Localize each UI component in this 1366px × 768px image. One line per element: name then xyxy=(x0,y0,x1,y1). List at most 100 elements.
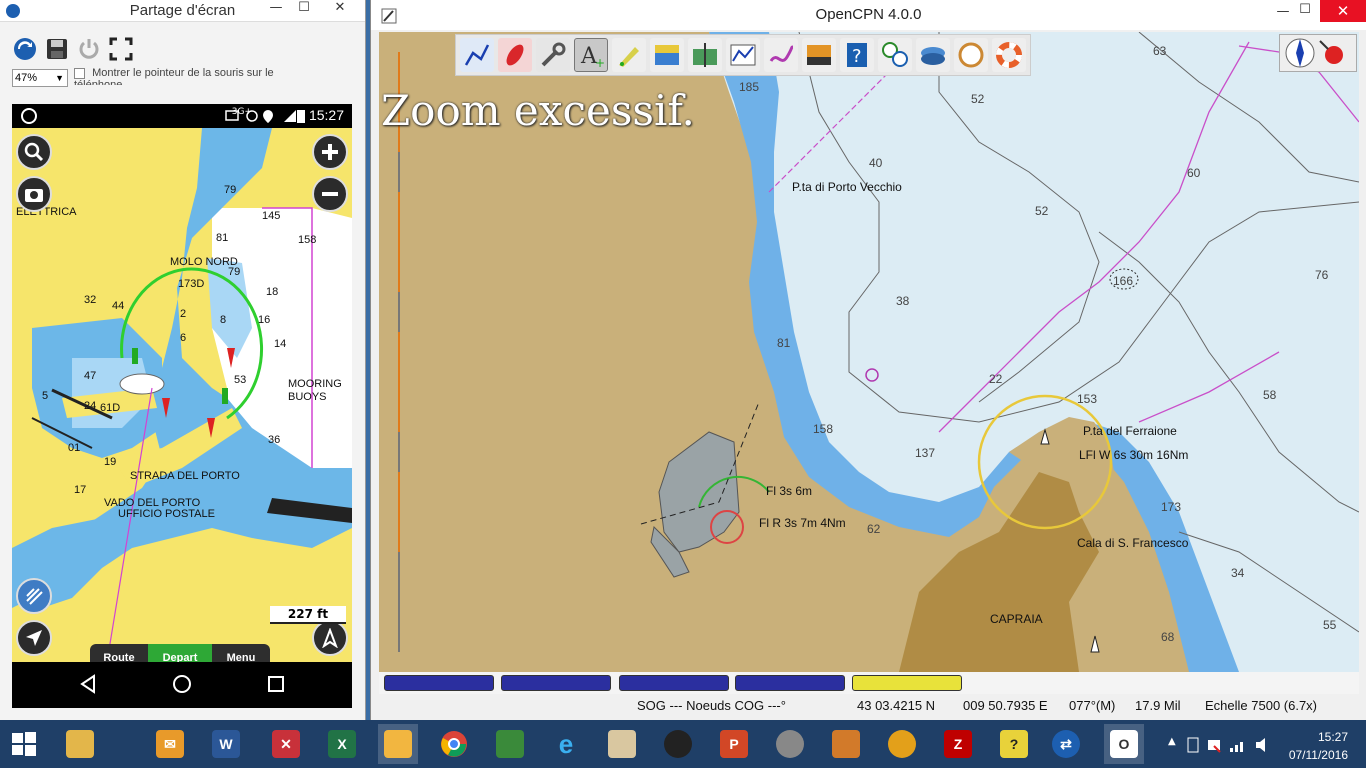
depth-sounding: 68 xyxy=(1161,630,1175,644)
taskbar-sheets[interactable] xyxy=(490,724,530,764)
tides-tool[interactable] xyxy=(650,38,684,72)
grib-tool[interactable] xyxy=(916,38,950,72)
taskbar-opencpn[interactable]: O xyxy=(1104,724,1144,764)
depth-sounding: 185 xyxy=(739,80,760,94)
sheet-icon xyxy=(496,730,524,758)
taskbar-help[interactable]: ? xyxy=(994,724,1034,764)
zoom-out-button[interactable] xyxy=(312,176,348,212)
screen-share-window: Partage d'écran — ☐ ✕ 47% ▼ Montrer le p… xyxy=(0,0,366,720)
zoom-in-button[interactable] xyxy=(312,134,348,170)
taskbar-teamviewer[interactable]: ⇄ xyxy=(1046,724,1086,764)
taskbar-globe-pro[interactable] xyxy=(770,724,810,764)
compass-widget[interactable] xyxy=(1279,34,1357,72)
label-cala-francesco: Cala di S. Francesco xyxy=(1077,536,1189,550)
taskbar-van-app[interactable] xyxy=(826,724,866,764)
chart-button-5-active[interactable] xyxy=(852,675,962,691)
settings-tool[interactable] xyxy=(536,38,570,72)
dashboard-tool[interactable] xyxy=(878,38,912,72)
compass-button[interactable] xyxy=(312,620,348,656)
locate-button[interactable] xyxy=(16,620,52,656)
track-tool[interactable] xyxy=(498,38,532,72)
depth: 5 xyxy=(42,390,49,402)
android-nav-bar xyxy=(12,662,352,708)
route-button[interactable]: Route xyxy=(90,644,148,662)
clock-date[interactable]: 07/11/2016 xyxy=(1289,748,1348,762)
minimize-button[interactable]: — xyxy=(262,0,290,15)
power-button[interactable] xyxy=(76,36,102,62)
zoom-select[interactable]: 47% ▼ xyxy=(12,69,68,87)
taskbar-internet-explorer[interactable]: e xyxy=(546,724,586,764)
phone-clock: 15:27 xyxy=(308,107,344,123)
layers-button[interactable] xyxy=(16,578,52,614)
taskbar-pdf[interactable]: ✕ xyxy=(266,724,306,764)
route-tool[interactable] xyxy=(460,38,494,72)
depth: 16 xyxy=(258,314,271,326)
label-porto-vecchio: P.ta di Porto Vecchio xyxy=(792,180,902,194)
show-pointer-option[interactable]: Montrer le pointeur de la souris sur le … xyxy=(74,67,284,85)
taskbar-compass-app[interactable] xyxy=(658,724,698,764)
depth: 158 xyxy=(298,234,317,246)
home-icon[interactable] xyxy=(172,674,192,694)
day-night-tool[interactable] xyxy=(802,38,836,72)
tides-icon xyxy=(655,45,679,65)
chart-button-1[interactable] xyxy=(384,675,494,691)
depth-sounding: 58 xyxy=(1263,388,1277,402)
depart-button[interactable]: Depart xyxy=(148,644,212,662)
taskbar-excel[interactable]: X xyxy=(322,724,362,764)
phone-nautical-map[interactable]: ELETTRICA MOLO NORD MOORING BUOYS STRADA… xyxy=(12,128,352,662)
chart-button-3[interactable] xyxy=(619,675,729,691)
show-pointer-checkbox[interactable] xyxy=(74,67,85,79)
system-tray: ▲ 15:27 07/11/2016 xyxy=(1156,720,1366,768)
currents-tool[interactable] xyxy=(688,38,722,72)
chart-button-2[interactable] xyxy=(501,675,611,691)
taskbar-filezilla[interactable]: Z xyxy=(938,724,978,764)
mob-tool[interactable] xyxy=(992,38,1026,72)
chart-button-4[interactable] xyxy=(735,675,845,691)
label-ferraione: P.ta del Ferraione xyxy=(1083,424,1177,438)
recents-icon[interactable] xyxy=(266,674,286,694)
back-icon[interactable] xyxy=(78,674,98,694)
start-button[interactable] xyxy=(4,724,44,764)
depth: 53 xyxy=(234,374,247,386)
nautical-chart[interactable]: A + ? Zoom excessif. P.ta di Porto Vecchi… xyxy=(379,32,1359,672)
taskbar-chrome[interactable] xyxy=(434,724,474,764)
excel-icon: X xyxy=(328,730,356,758)
phone-bottom-bar: Route Depart Menu xyxy=(90,644,270,662)
taskbar-screen-share[interactable] xyxy=(378,724,418,764)
taskbar-crowd-app[interactable] xyxy=(882,724,922,764)
close-button[interactable]: ✕ xyxy=(1320,0,1366,22)
svg-text:?: ? xyxy=(852,46,862,67)
depth: 79 xyxy=(224,184,237,196)
chart-info-tool[interactable] xyxy=(726,38,760,72)
help-tool[interactable]: ? xyxy=(840,38,874,72)
depth: 44 xyxy=(112,300,125,312)
taskbar-powerpoint[interactable]: P xyxy=(714,724,754,764)
text-tool[interactable]: A + xyxy=(574,38,608,72)
camera-button[interactable] xyxy=(16,176,52,212)
status-bar: SOG --- Noeuds COG ---° 43 03.4215 N 009… xyxy=(379,696,1359,716)
track-log-tool[interactable] xyxy=(764,38,798,72)
menu-button[interactable]: Menu xyxy=(212,644,270,662)
close-button[interactable]: ✕ xyxy=(326,0,354,15)
fullscreen-button[interactable] xyxy=(108,36,134,62)
waypoint-tool[interactable] xyxy=(612,38,646,72)
taskbar-outlook[interactable]: ✉ xyxy=(150,724,190,764)
maximize-button[interactable]: ☐ xyxy=(290,0,318,15)
zoom-warning-message: Zoom excessif. xyxy=(381,86,695,135)
save-button[interactable] xyxy=(44,36,70,62)
chevron-up-icon[interactable]: ▲ xyxy=(1168,736,1176,747)
taskbar-file-explorer[interactable] xyxy=(60,724,100,764)
search-button[interactable] xyxy=(16,134,52,170)
clock-time[interactable]: 15:27 xyxy=(1318,730,1348,744)
taskbar-books[interactable] xyxy=(602,724,642,764)
compass-icon xyxy=(322,628,338,648)
taskbar-word[interactable]: W xyxy=(206,724,246,764)
weather-tool[interactable] xyxy=(954,38,988,72)
depth-sounding: 34 xyxy=(1231,566,1245,580)
word-icon: W xyxy=(212,730,240,758)
taskbar: ✉ W ✕ X e P Z ? ⇄ O ▲ 15:27 07/11/2016 xyxy=(0,720,1366,768)
depth: 145 xyxy=(262,210,281,222)
phone-screen[interactable]: 3G+ 15:27 ELETTRICA MOLO NORD MOORING BU… xyxy=(12,104,352,708)
maximize-button[interactable]: ☐ xyxy=(1291,2,1319,17)
refresh-button[interactable] xyxy=(12,36,38,62)
